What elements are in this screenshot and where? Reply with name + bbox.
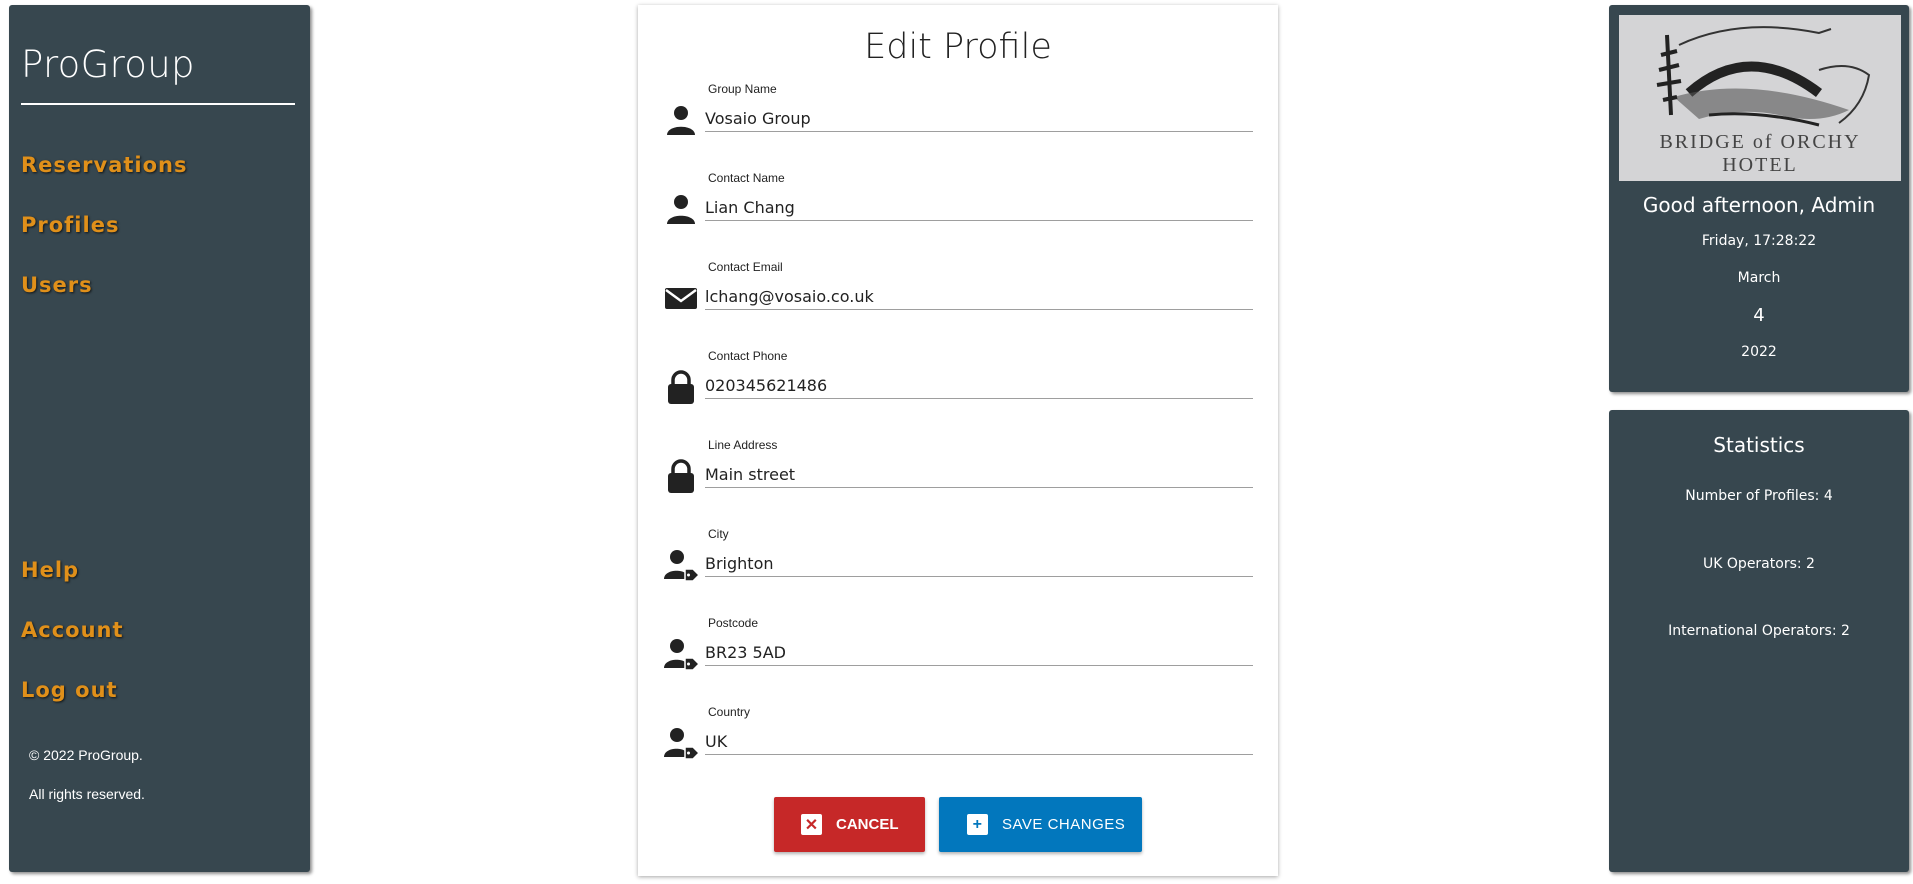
- nav-account[interactable]: Account: [21, 618, 124, 642]
- contact-name-input[interactable]: [705, 191, 1253, 221]
- nav-help[interactable]: Help: [21, 558, 79, 582]
- greeting-text: Good afternoon, Admin: [1642, 193, 1876, 217]
- contact-phone-label: Contact Phone: [708, 349, 788, 363]
- lock-icon: [668, 370, 694, 404]
- city-input[interactable]: [705, 547, 1253, 577]
- copyright-text: © 2022 ProGroup.: [29, 747, 143, 763]
- international-operators-count: International Operators: 2: [1668, 623, 1850, 639]
- contact-phone-input[interactable]: [705, 369, 1253, 399]
- brand-title: ProGroup: [21, 43, 195, 86]
- nav-users[interactable]: Users: [21, 273, 93, 297]
- person-icon: [667, 106, 695, 135]
- person-icon: [667, 195, 695, 224]
- line-address-label: Line Address: [708, 438, 778, 452]
- postcode-label: Postcode: [708, 616, 759, 630]
- country-field: Country: [663, 705, 1253, 775]
- city-field: City: [663, 527, 1253, 597]
- nav-logout[interactable]: Log out: [21, 678, 118, 702]
- statistics-panel: Statistics Number of Profiles: 4 UK Oper…: [1609, 410, 1909, 872]
- contact-email-input[interactable]: [705, 280, 1253, 310]
- country-input[interactable]: [705, 725, 1253, 755]
- line-address-field: Line Address: [663, 438, 1253, 508]
- contact-email-field: Contact Email: [663, 260, 1253, 330]
- welcome-panel: BRIDGE of ORCHY HOTEL Good afternoon, Ad…: [1609, 5, 1909, 392]
- page-title: Edit Profile: [864, 27, 1052, 67]
- contact-name-field: Contact Name: [663, 171, 1253, 241]
- logo-text: BRIDGE of ORCHY HOTEL: [1659, 131, 1861, 176]
- contact-email-label: Contact Email: [708, 260, 783, 274]
- contact-phone-field: Contact Phone: [663, 349, 1253, 419]
- envelope-icon: [665, 288, 697, 309]
- country-label: Country: [708, 705, 751, 719]
- group-name-label: Group Name: [708, 82, 777, 96]
- cancel-button[interactable]: ✕ CANCEL: [774, 797, 925, 852]
- hotel-logo: BRIDGE of ORCHY HOTEL: [1619, 15, 1901, 181]
- uk-operators-count: UK Operators: 2: [1703, 556, 1815, 572]
- person-tag-icon: [664, 550, 699, 582]
- year-text: 2022: [1741, 344, 1777, 360]
- brand-divider: [21, 103, 295, 105]
- postcode-field: Postcode: [663, 616, 1253, 686]
- contact-name-label: Contact Name: [708, 171, 785, 185]
- profiles-count: Number of Profiles: 4: [1685, 488, 1833, 504]
- lock-icon: [668, 459, 694, 493]
- rights-text: All rights reserved.: [29, 786, 145, 802]
- edit-profile-card: Edit Profile Group Name Contact Name Con…: [638, 5, 1278, 876]
- city-label: City: [708, 527, 729, 541]
- day-number-text: 4: [1753, 305, 1765, 326]
- sidebar: ProGroup Reservations Profiles Users Hel…: [9, 5, 310, 872]
- person-tag-icon: [664, 728, 699, 760]
- month-text: March: [1737, 270, 1781, 286]
- close-icon: ✕: [801, 814, 822, 835]
- save-changes-button[interactable]: + SAVE CHANGES: [939, 797, 1142, 852]
- nav-profiles[interactable]: Profiles: [21, 213, 119, 237]
- cancel-button-label: CANCEL: [836, 816, 899, 833]
- plus-icon: +: [967, 814, 988, 835]
- group-name-field: Group Name: [663, 82, 1253, 152]
- postcode-input[interactable]: [705, 636, 1253, 666]
- statistics-title: Statistics: [1713, 433, 1805, 457]
- person-tag-icon: [664, 639, 699, 671]
- day-time-text: Friday, 17:28:22: [1701, 233, 1817, 249]
- nav-reservations[interactable]: Reservations: [21, 153, 188, 177]
- line-address-input[interactable]: [705, 458, 1253, 488]
- group-name-input[interactable]: [705, 102, 1253, 132]
- save-button-label: SAVE CHANGES: [1002, 816, 1126, 833]
